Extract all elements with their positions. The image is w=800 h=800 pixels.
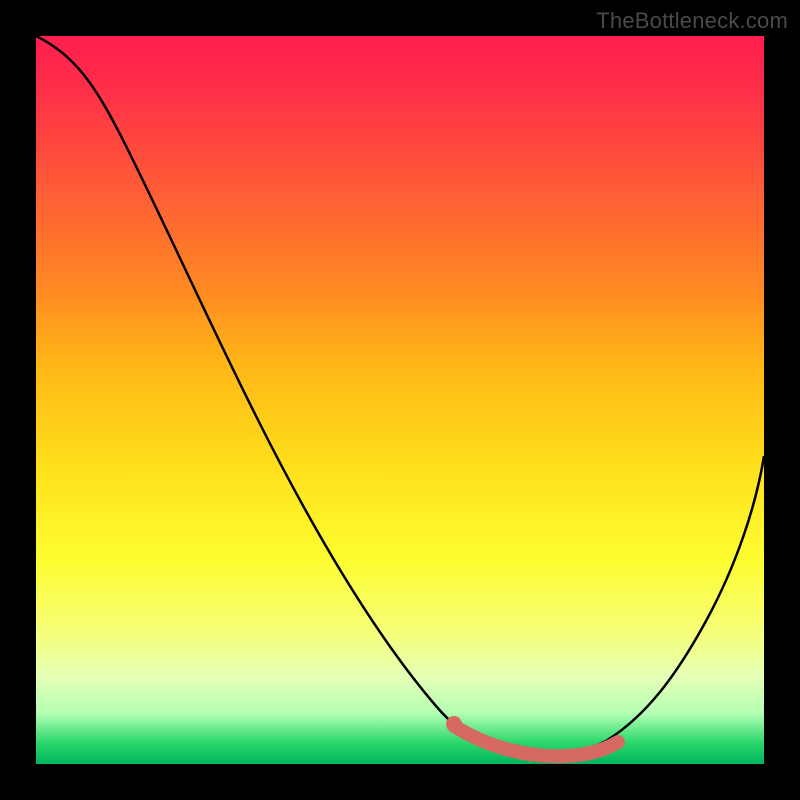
optimal-point-dot: [446, 716, 462, 732]
watermark-text: TheBottleneck.com: [596, 8, 788, 34]
optimal-marker: [36, 36, 764, 764]
plot-area: [36, 36, 764, 764]
chart-frame: TheBottleneck.com: [0, 0, 800, 800]
optimal-range-line: [454, 726, 618, 756]
